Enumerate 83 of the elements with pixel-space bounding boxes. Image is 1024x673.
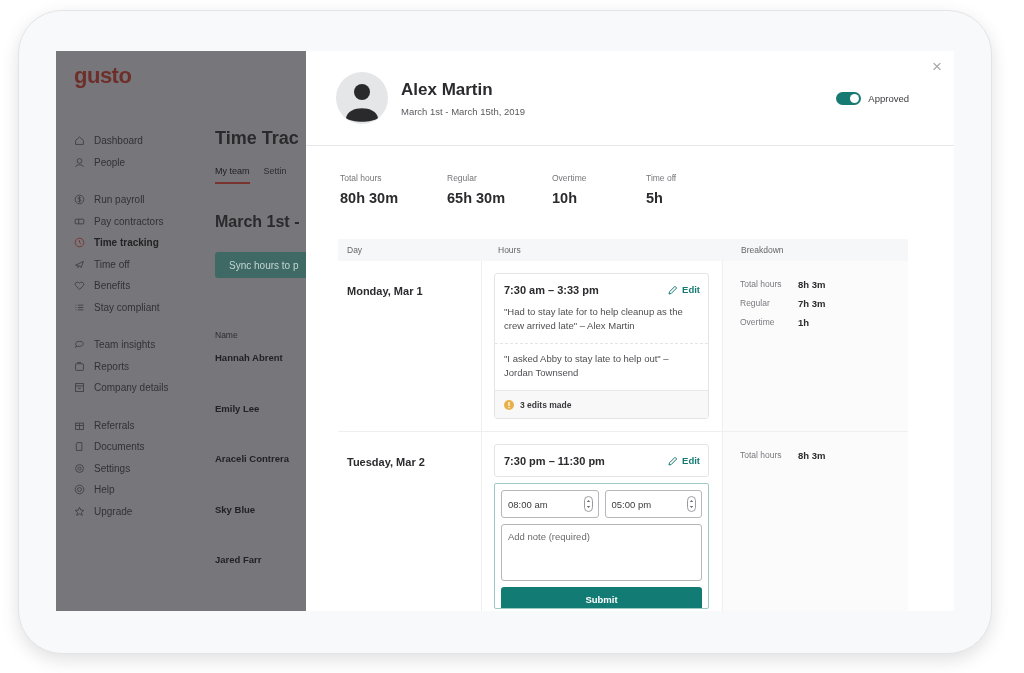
sidebar-item[interactable]: Dashboard xyxy=(94,135,143,147)
employee-name: Hannah Abrent xyxy=(215,352,283,363)
sync-hours-button[interactable]: Sync hours to p xyxy=(215,252,306,278)
lifebuoy-icon xyxy=(74,484,85,496)
column-header: Name xyxy=(215,330,238,340)
sidebar-item[interactable]: Time off xyxy=(94,258,130,270)
logo: gusto xyxy=(74,63,132,89)
stat-label: Total hours xyxy=(340,173,383,183)
heart-icon xyxy=(74,280,85,292)
sidebar-item[interactable]: Time tracking xyxy=(94,237,159,249)
submit-button[interactable]: Submit xyxy=(501,587,702,608)
breakdown-label: Regular xyxy=(740,298,771,309)
spinner-icon xyxy=(687,496,696,512)
employee-name: Alex Martin xyxy=(401,79,494,100)
approved-toggle[interactable] xyxy=(836,91,862,105)
pay-period: March 1st - March 15th, 2019 xyxy=(401,105,527,117)
employee-name: Sky Blue xyxy=(215,503,256,515)
breakdown-label: Overtime xyxy=(740,317,776,328)
column-header: Hours xyxy=(497,245,522,255)
dollar-icon xyxy=(74,194,85,206)
sidebar-item[interactable]: Stay compliant xyxy=(94,301,160,313)
shift-time: 7:30 am – 3:33 pm xyxy=(504,283,599,296)
sidebar-item[interactable]: Pay contractors xyxy=(94,215,164,227)
sidebar-item[interactable]: Settings xyxy=(94,462,131,474)
tab[interactable]: My team xyxy=(215,166,250,184)
employee-name: Jared Farr xyxy=(215,554,262,565)
star-icon xyxy=(74,505,85,517)
stat-value: 65h 30m xyxy=(447,190,507,206)
house-icon xyxy=(74,135,85,147)
card-icon xyxy=(74,215,85,227)
day-label: Tuesday, Mar 2 xyxy=(347,456,425,468)
toggle-label: Approved xyxy=(868,92,909,104)
plane-icon xyxy=(74,258,85,270)
warning-icon xyxy=(504,399,514,410)
page-title: Time Trac xyxy=(215,128,299,149)
gear-icon xyxy=(74,462,85,474)
stat-value: 10h xyxy=(552,190,578,206)
period-heading: March 1st - xyxy=(215,213,300,231)
tab[interactable]: Settin xyxy=(263,166,287,184)
sidebar-item[interactable]: Team insights xyxy=(94,339,156,351)
sidebar-item[interactable]: Documents xyxy=(94,441,145,453)
chat-icon xyxy=(74,339,85,351)
breakdown-value: 7h 3m xyxy=(798,298,826,309)
pencil-icon xyxy=(668,284,679,295)
employee-name: Araceli Contrera xyxy=(215,453,289,464)
stat-label: Overtime xyxy=(552,173,588,183)
stat-label: Regular xyxy=(447,173,478,183)
end-time-field[interactable]: 05:00 pm xyxy=(604,490,702,518)
sidebar-item[interactable]: Company details xyxy=(94,382,169,394)
pencil-icon xyxy=(668,455,679,466)
edit-link[interactable]: Edit xyxy=(668,284,700,295)
sidebar-item[interactable]: Upgrade xyxy=(94,505,133,517)
spinner-icon xyxy=(583,496,593,512)
sidebar-item[interactable]: Run payroll xyxy=(94,194,145,206)
breakdown-value: 8h 3m xyxy=(798,279,826,290)
edit-link[interactable]: Edit xyxy=(668,455,700,466)
sidebar-item[interactable]: People xyxy=(94,156,126,168)
stat-value: 5h xyxy=(646,190,664,206)
column-header: Breakdown xyxy=(740,245,785,255)
breakdown-value: 8h 3m xyxy=(798,450,826,461)
breakdown-value: 1h xyxy=(798,317,810,328)
clock-icon xyxy=(74,237,85,249)
close-button[interactable]: × xyxy=(930,57,944,77)
edits-count: 3 edits made xyxy=(520,399,572,410)
stat-value: 80h 30m xyxy=(340,190,400,206)
note-field[interactable]: Add note (required) xyxy=(501,524,702,581)
shift-note: "Had to stay late for to help cleanup as the crew arrived late" – Alex Martin xyxy=(503,305,684,333)
day-label: Monday, Mar 1 xyxy=(347,285,423,297)
person-icon xyxy=(74,156,85,168)
sidebar-item[interactable]: Help xyxy=(94,484,115,496)
start-time-field[interactable]: 08:00 am xyxy=(501,490,599,518)
folder-icon xyxy=(74,360,85,372)
employee-name: Emily Lee xyxy=(215,402,260,414)
avatar xyxy=(336,72,388,124)
stat-label: Time off xyxy=(646,173,677,183)
breakdown-label: Total hours xyxy=(740,279,783,290)
sidebar-item[interactable]: Referrals xyxy=(94,419,135,431)
breakdown-label: Total hours xyxy=(740,450,783,461)
sidebar-item[interactable]: Reports xyxy=(94,360,129,372)
sidebar-item[interactable]: Benefits xyxy=(94,280,131,292)
document-icon xyxy=(74,441,85,453)
shift-time: 7:30 pm – 11:30 pm xyxy=(504,454,605,467)
column-header: Day xyxy=(346,245,364,255)
